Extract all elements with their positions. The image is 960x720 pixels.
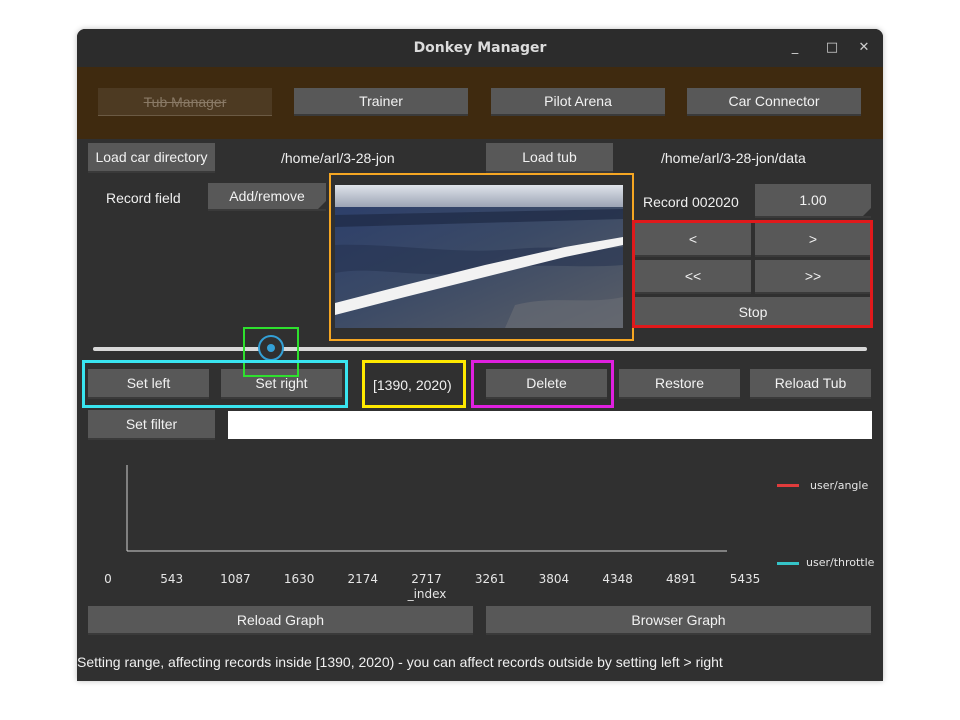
graph-x-tick: 3804 <box>538 572 570 586</box>
graph-x-tick: 1630 <box>283 572 315 586</box>
record-slider[interactable] <box>93 347 867 351</box>
legend-angle-line <box>777 484 799 487</box>
speed-value-button[interactable]: 1.00 <box>755 184 871 218</box>
graph-x-tick: 543 <box>160 572 184 586</box>
filter-input[interactable] <box>228 411 872 439</box>
slider-thumb[interactable] <box>258 335 285 361</box>
set-right-button[interactable]: Set right <box>221 369 342 399</box>
camera-frame <box>335 185 623 328</box>
close-icon[interactable]: ✕ <box>854 38 874 58</box>
tab-tub-manager: Tub Manager <box>98 88 272 116</box>
record-field-label: Record field <box>106 190 181 206</box>
browser-graph-button[interactable]: Browser Graph <box>486 606 871 635</box>
donkey-manager-window: Donkey Manager _ □ ✕ Tub Manager Trainer… <box>77 29 883 681</box>
fast-back-button[interactable]: << <box>635 260 751 294</box>
restore-button[interactable]: Restore <box>619 369 740 399</box>
title-bar: Donkey Manager _ □ ✕ <box>77 29 883 67</box>
graph-x-tick: 0 <box>104 572 112 586</box>
legend-throttle-label: user/throttle <box>806 556 875 569</box>
legend-angle-label: user/angle <box>810 479 869 492</box>
window-title: Donkey Manager <box>413 40 547 56</box>
graph-x-tick: 3261 <box>474 572 506 586</box>
load-car-directory-button[interactable]: Load car directory <box>88 143 215 173</box>
tub-path: /home/arl/3-28-jon/data <box>661 150 806 166</box>
graph-x-tick: 4891 <box>666 572 697 586</box>
record-number: Record 002020 <box>643 194 739 210</box>
set-left-button[interactable]: Set left <box>88 369 209 399</box>
graph-x-tick: 1087 <box>220 572 251 586</box>
graph-x-tick: 4348 <box>602 572 633 586</box>
maximize-icon[interactable]: □ <box>822 38 842 58</box>
stop-button[interactable]: Stop <box>635 297 871 328</box>
graph-x-tick: 2717 <box>411 572 442 586</box>
tab-car-connector[interactable]: Car Connector <box>687 88 861 116</box>
load-tub-button[interactable]: Load tub <box>486 143 613 173</box>
set-filter-button[interactable]: Set filter <box>88 410 215 440</box>
range-label: [1390, 2020) <box>373 377 452 393</box>
delete-button[interactable]: Delete <box>486 369 607 399</box>
status-bar-text: Setting range, affecting records inside … <box>77 654 723 670</box>
graph-x-tick: 2174 <box>347 572 379 586</box>
tab-pilot-arena[interactable]: Pilot Arena <box>491 88 665 116</box>
camera-image <box>335 185 623 328</box>
step-back-button[interactable]: < <box>635 223 751 257</box>
minimize-icon[interactable]: _ <box>785 38 805 58</box>
fast-forward-button[interactable]: >> <box>755 260 871 294</box>
reload-graph-button[interactable]: Reload Graph <box>88 606 473 635</box>
add-remove-button[interactable]: Add/remove <box>208 183 326 211</box>
graph-x-label: _index <box>407 587 447 601</box>
screen-tabs: Tub Manager Trainer Pilot Arena Car Conn… <box>77 67 883 139</box>
graph-x-tick: 5435 <box>729 572 761 586</box>
reload-tub-button[interactable]: Reload Tub <box>750 369 871 399</box>
step-forward-button[interactable]: > <box>755 223 871 257</box>
legend-throttle-line <box>777 562 799 565</box>
car-directory-path: /home/arl/3-28-jon <box>281 150 395 166</box>
tab-trainer[interactable]: Trainer <box>294 88 468 116</box>
